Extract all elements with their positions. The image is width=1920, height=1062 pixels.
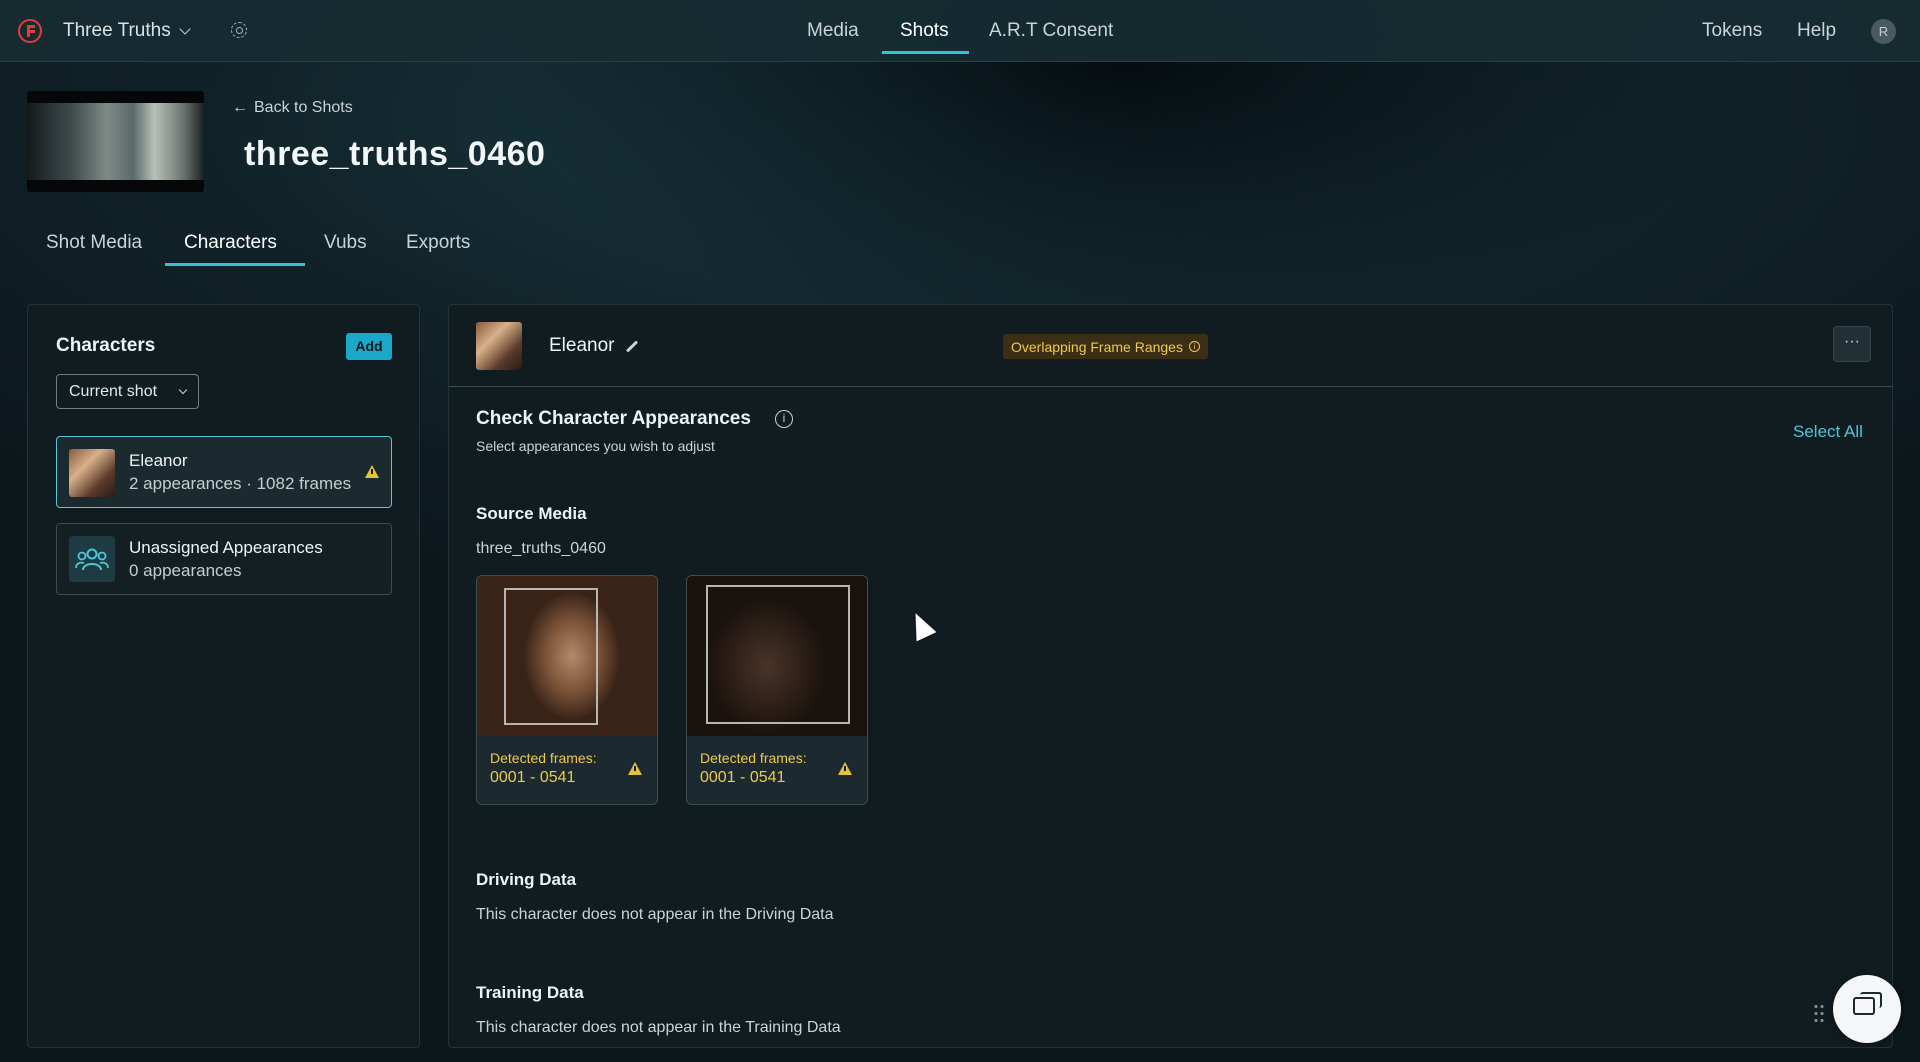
character-appearance-count: 2 appearances · 1082 frames (129, 474, 352, 493)
warning-icon (628, 762, 642, 775)
tab-shots[interactable]: Shots (900, 20, 949, 42)
tab-characters[interactable]: Characters (184, 232, 277, 254)
training-data-title: Training Data (476, 983, 584, 1002)
appearance-card[interactable]: Detected frames: 0001 - 0541 (476, 575, 658, 805)
character-name: Eleanor (549, 335, 615, 356)
chat-support-button[interactable] (1833, 975, 1901, 1043)
chat-bubble-icon (1853, 997, 1875, 1015)
warning-icon (838, 762, 852, 775)
driving-data-text: This character does not appear in the Dr… (476, 906, 834, 923)
info-icon[interactable]: i (775, 410, 793, 428)
character-title: Eleanor (549, 335, 639, 357)
check-appearances-subtitle: Select appearances you wish to adjust (476, 438, 715, 454)
tab-media[interactable]: Media (807, 20, 859, 42)
shot-filter-select[interactable]: Current shot (56, 374, 199, 409)
main-nav-tabs: Media Shots A.R.T Consent (0, 0, 1920, 62)
user-avatar[interactable]: R (1871, 19, 1896, 44)
detected-frames-range: 0001 - 0541 (700, 769, 786, 786)
source-media-title: Source Media (476, 504, 587, 523)
active-tab-indicator (882, 51, 969, 54)
badge-label: Overlapping Frame Ranges (1011, 338, 1183, 355)
status-badge: Overlapping Frame Ranges i (1003, 334, 1208, 359)
character-appearance-count: 0 appearances (129, 561, 242, 580)
shot-thumbnail (27, 91, 204, 192)
tab-exports[interactable]: Exports (406, 232, 470, 254)
drag-handle-icon[interactable] (1813, 1003, 1825, 1025)
active-subtab-indicator (165, 263, 305, 266)
training-data-text: This character does not appear in the Tr… (476, 1019, 841, 1036)
characters-panel: Characters Add Current shot Eleanor 2 ap… (27, 304, 420, 1048)
tab-art-consent[interactable]: A.R.T Consent (989, 20, 1113, 42)
character-name: Eleanor (129, 451, 188, 470)
select-all-button[interactable]: Select All (1793, 422, 1863, 442)
driving-data-title: Driving Data (476, 870, 577, 889)
top-navigation-bar: Three Truths Media Shots A.R.T Consent T… (0, 0, 1920, 62)
info-icon[interactable]: i (1188, 341, 1200, 352)
arrow-left-icon: ← (232, 99, 248, 116)
character-thumbnail (476, 322, 522, 370)
edit-pencil-icon[interactable] (625, 339, 638, 353)
shot-title: three_truths_0460 (244, 135, 546, 173)
character-card-unassigned[interactable]: Unassigned Appearances 0 appearances (56, 523, 392, 595)
add-character-button[interactable]: Add (346, 333, 392, 360)
face-detection-box (706, 585, 850, 724)
help-link[interactable]: Help (1797, 20, 1836, 42)
back-label: Back to Shots (254, 99, 353, 116)
source-media-file: three_truths_0460 (476, 540, 606, 557)
more-options-button[interactable]: ··· (1833, 326, 1871, 362)
character-name: Unassigned Appearances (129, 538, 323, 557)
chevron-down-icon (178, 385, 188, 394)
character-detail-panel: Eleanor Overlapping Frame Ranges i ··· C… (448, 304, 1893, 1048)
back-to-shots-link[interactable]: ← Back to Shots (232, 99, 353, 117)
appearance-card[interactable]: Detected frames: 0001 - 0541 (686, 575, 868, 805)
tokens-link[interactable]: Tokens (1702, 20, 1762, 42)
detected-frames-label: Detected frames: (490, 750, 597, 766)
characters-panel-title: Characters (56, 335, 156, 356)
detected-frames-label: Detected frames: (700, 750, 807, 766)
character-card-eleanor[interactable]: Eleanor 2 appearances · 1082 frames (56, 436, 392, 508)
face-detection-box (504, 588, 598, 725)
group-icon (69, 536, 115, 582)
character-detail-header: Eleanor Overlapping Frame Ranges i ··· (449, 305, 1892, 387)
tab-shot-media[interactable]: Shot Media (46, 232, 142, 254)
warning-icon (365, 465, 379, 478)
detected-frames-range: 0001 - 0541 (490, 769, 576, 786)
check-appearances-title: Check Character Appearances (476, 408, 751, 429)
shot-filter-value: Current shot (69, 382, 158, 400)
tab-vubs[interactable]: Vubs (324, 232, 367, 254)
character-thumbnail (69, 449, 115, 497)
